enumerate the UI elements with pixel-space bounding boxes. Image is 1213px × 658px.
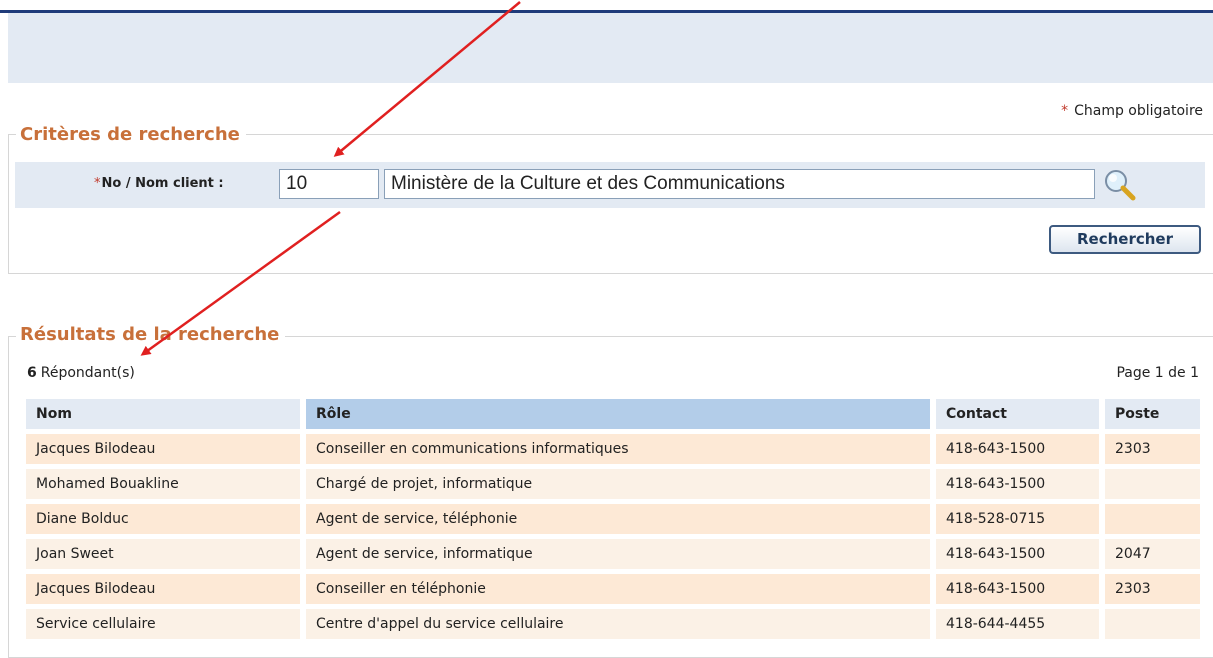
- cell-poste: [1105, 609, 1200, 639]
- cell-nom: Jacques Bilodeau: [26, 434, 300, 464]
- cell-role: Conseiller en communications informatiqu…: [306, 434, 930, 464]
- cell-role: Agent de service, téléphonie: [306, 504, 930, 534]
- required-star: *: [1061, 103, 1069, 119]
- client-required-star: *: [94, 176, 101, 191]
- cell-poste: 2303: [1105, 574, 1200, 604]
- cell-contact: 418-643-1500: [936, 434, 1099, 464]
- client-number-input[interactable]: 10: [279, 169, 379, 199]
- column-header-nom[interactable]: Nom: [26, 399, 300, 429]
- cell-role: Conseiller en téléphonie: [306, 574, 930, 604]
- results-table: Nom Rôle Contact Poste Jacques Bilodeau …: [26, 394, 1200, 644]
- cell-poste: [1105, 469, 1200, 499]
- respondent-count-number: 6: [27, 365, 37, 381]
- cell-nom: Diane Bolduc: [26, 504, 300, 534]
- magnifier-icon[interactable]: [1101, 168, 1139, 202]
- search-results-title: Résultats de la recherche: [16, 324, 286, 345]
- cell-role: Centre d'appel du service cellulaire: [306, 609, 930, 639]
- pagination-info: Page 1 de 1: [1116, 365, 1199, 381]
- table-row[interactable]: Jacques Bilodeau Conseiller en téléphoni…: [26, 574, 1200, 604]
- table-row[interactable]: Diane Bolduc Agent de service, téléphoni…: [26, 504, 1200, 534]
- header-banner: [8, 13, 1213, 83]
- column-header-poste[interactable]: Poste: [1105, 399, 1200, 429]
- cell-nom: Mohamed Bouakline: [26, 469, 300, 499]
- cell-poste: 2303: [1105, 434, 1200, 464]
- cell-contact: 418-644-4455: [936, 609, 1099, 639]
- client-label: *No / Nom client :: [94, 176, 224, 191]
- required-note-text: Champ obligatoire: [1074, 103, 1203, 119]
- table-row[interactable]: Jacques Bilodeau Conseiller en communica…: [26, 434, 1200, 464]
- client-label-text: No / Nom client :: [101, 176, 224, 191]
- search-criteria-title: Critères de recherche: [16, 124, 246, 145]
- respondent-count: 6 Répondant(s): [27, 365, 135, 381]
- respondent-count-label: Répondant(s): [40, 365, 135, 381]
- cell-contact: 418-528-0715: [936, 504, 1099, 534]
- table-row[interactable]: Service cellulaire Centre d'appel du ser…: [26, 609, 1200, 639]
- cell-nom: Jacques Bilodeau: [26, 574, 300, 604]
- cell-poste: [1105, 504, 1200, 534]
- cell-role: Chargé de projet, informatique: [306, 469, 930, 499]
- cell-contact: 418-643-1500: [936, 574, 1099, 604]
- table-row[interactable]: Joan Sweet Agent de service, informatiqu…: [26, 539, 1200, 569]
- column-header-role[interactable]: Rôle: [306, 399, 930, 429]
- client-name-input[interactable]: Ministère de la Culture et des Communica…: [384, 169, 1095, 199]
- cell-contact: 418-643-1500: [936, 539, 1099, 569]
- table-header-row: Nom Rôle Contact Poste: [26, 399, 1200, 429]
- column-header-contact[interactable]: Contact: [936, 399, 1099, 429]
- table-row[interactable]: Mohamed Bouakline Chargé de projet, info…: [26, 469, 1200, 499]
- cell-poste: 2047: [1105, 539, 1200, 569]
- cell-contact: 418-643-1500: [936, 469, 1099, 499]
- cell-role: Agent de service, informatique: [306, 539, 930, 569]
- cell-nom: Service cellulaire: [26, 609, 300, 639]
- cell-nom: Joan Sweet: [26, 539, 300, 569]
- search-button[interactable]: Rechercher: [1049, 225, 1201, 254]
- required-field-note: * Champ obligatoire: [1061, 103, 1203, 119]
